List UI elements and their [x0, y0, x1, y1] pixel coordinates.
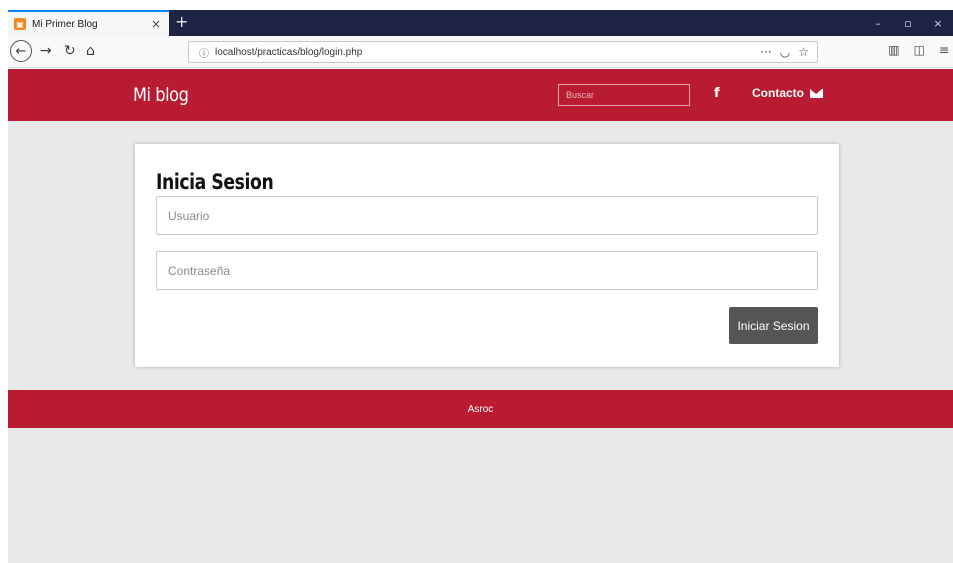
page-actions-icon[interactable]: ···: [760, 45, 771, 59]
login-card: Inicia Sesion Iniciar Sesion: [135, 144, 839, 367]
contact-label: Contacto: [752, 86, 804, 100]
tab-close-icon[interactable]: ×: [149, 17, 163, 31]
url-text[interactable]: localhost/practicas/blog/login.php: [215, 47, 760, 58]
contact-link[interactable]: Contacto: [752, 86, 823, 100]
close-window-button[interactable]: ×: [923, 17, 953, 30]
window-controls: – ▫ ×: [863, 10, 953, 36]
password-input[interactable]: [156, 251, 818, 290]
restore-button[interactable]: ▫: [893, 17, 923, 30]
library-icon[interactable]: ▥: [888, 43, 899, 57]
site-footer: Asroc: [8, 390, 953, 428]
browser-titlebar: ▣ Mi Primer Blog × + – ▫ ×: [8, 10, 953, 36]
info-icon[interactable]: ⓘ: [199, 45, 209, 60]
login-title: Inicia Sesion: [156, 170, 274, 194]
new-tab-button[interactable]: +: [175, 12, 188, 31]
facebook-icon[interactable]: f: [714, 86, 720, 101]
browser-navbar: ← → ↻ ⌂ ⓘ localhost/practicas/blog/login…: [8, 36, 953, 68]
menu-icon[interactable]: ≡: [939, 43, 949, 57]
footer-text: Asroc: [467, 403, 494, 415]
pocket-icon[interactable]: ◡: [780, 45, 790, 59]
search-input[interactable]: [558, 84, 690, 106]
bookmark-star-icon[interactable]: ☆: [798, 45, 809, 59]
address-bar[interactable]: ⓘ localhost/practicas/blog/login.php ···…: [188, 41, 818, 63]
minimize-button[interactable]: –: [863, 17, 893, 30]
home-icon[interactable]: ⌂: [86, 43, 95, 59]
sidebar-icon[interactable]: ◫: [914, 43, 925, 57]
site-header: Mi blog f Contacto: [8, 69, 953, 121]
browser-tab[interactable]: ▣ Mi Primer Blog ×: [8, 10, 169, 36]
forward-arrow-icon[interactable]: →: [40, 43, 52, 59]
envelope-icon: [810, 88, 823, 98]
site-logo[interactable]: Mi blog: [133, 84, 189, 106]
page-body: Mi blog f Contacto Inicia Sesion Iniciar…: [8, 69, 953, 563]
blog-favicon-icon: ▣: [14, 18, 26, 30]
toolbar-right: ▥ ◫ ≡: [888, 43, 949, 57]
reload-icon[interactable]: ↻: [64, 43, 76, 59]
tab-title: Mi Primer Blog: [32, 18, 98, 30]
login-submit-button[interactable]: Iniciar Sesion: [729, 307, 818, 344]
username-input[interactable]: [156, 196, 818, 235]
back-arrow-icon[interactable]: ←: [10, 40, 32, 62]
